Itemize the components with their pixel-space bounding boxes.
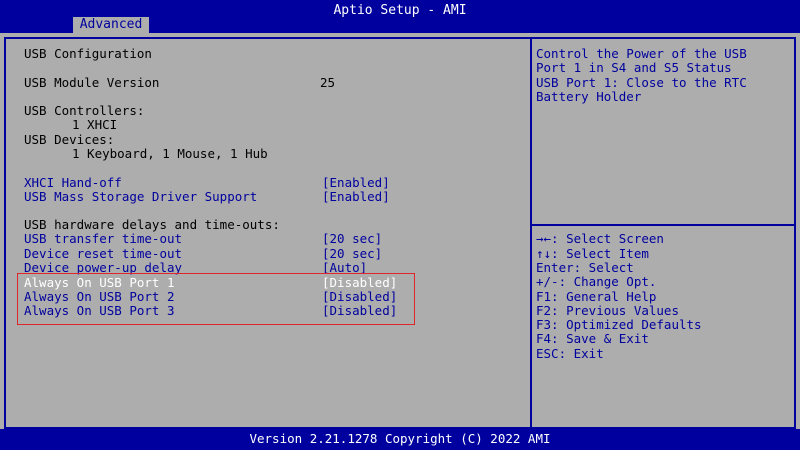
app-title: Aptio Setup - AMI	[333, 3, 467, 18]
device-reset-timeout-label[interactable]: Device reset time-out	[24, 246, 182, 261]
xhci-hand-off-label[interactable]: XHCI Hand-off	[24, 175, 122, 190]
key-hint-f2: F2: Previous Values	[536, 303, 679, 318]
help-text-line: USB Port 1: Close to the RTC	[536, 75, 747, 90]
usb-mass-storage-value[interactable]: [Enabled]	[322, 189, 390, 204]
help-text-line: Control the Power of the USB	[536, 46, 747, 61]
usb-transfer-timeout-value[interactable]: [20 sec]	[322, 231, 382, 246]
always-on-usb-port-2-label[interactable]: Always On USB Port 2	[24, 289, 175, 304]
usb-transfer-timeout-label[interactable]: USB transfer time-out	[24, 231, 182, 246]
tab-advanced[interactable]: Advanced	[73, 17, 149, 33]
always-on-usb-port-2-value[interactable]: [Disabled]	[322, 289, 397, 304]
usb-controllers-value: 1 XHCI	[72, 117, 118, 132]
key-hint-select-screen: →←: Select Screen	[536, 231, 664, 246]
delays-section-label: USB hardware delays and time-outs:	[24, 217, 280, 232]
usb-devices-label: USB Devices:	[24, 132, 115, 147]
always-on-usb-port-1-label[interactable]: Always On USB Port 1	[24, 275, 175, 290]
title-bar: Aptio Setup - AMI Advanced	[0, 0, 800, 33]
key-hint-f3: F3: Optimized Defaults	[536, 317, 702, 332]
key-hint-esc: ESC: Exit	[536, 346, 604, 361]
always-on-usb-port-1-value[interactable]: [Disabled]	[322, 275, 397, 290]
xhci-hand-off-value[interactable]: [Enabled]	[322, 175, 390, 190]
footer-version: Version 2.21.1278 Copyright (C) 2022 AMI	[0, 429, 800, 450]
page-title: USB Configuration	[24, 46, 152, 61]
key-hint-f1: F1: General Help	[536, 289, 657, 304]
key-hint-select-item: ↑↓: Select Item	[536, 246, 649, 261]
always-on-usb-port-3-value[interactable]: [Disabled]	[322, 303, 397, 318]
usb-devices-value: 1 Keyboard, 1 Mouse, 1 Hub	[72, 146, 268, 161]
help-divider	[532, 224, 794, 226]
key-hint-change-opt: +/-: Change Opt.	[536, 274, 657, 289]
usb-mass-storage-label[interactable]: USB Mass Storage Driver Support	[24, 189, 257, 204]
usb-module-version-label: USB Module Version	[24, 75, 160, 90]
always-on-usb-port-3-label[interactable]: Always On USB Port 3	[24, 303, 175, 318]
device-reset-timeout-value[interactable]: [20 sec]	[322, 246, 382, 261]
help-text-line: Port 1 in S4 and S5 Status	[536, 60, 732, 75]
usb-controllers-label: USB Controllers:	[24, 103, 145, 118]
key-hint-enter: Enter: Select	[536, 260, 634, 275]
panel-divider	[530, 37, 532, 429]
key-hint-f4: F4: Save & Exit	[536, 331, 649, 346]
help-text-line: Battery Holder	[536, 89, 642, 104]
usb-module-version-value: 25	[320, 75, 336, 90]
